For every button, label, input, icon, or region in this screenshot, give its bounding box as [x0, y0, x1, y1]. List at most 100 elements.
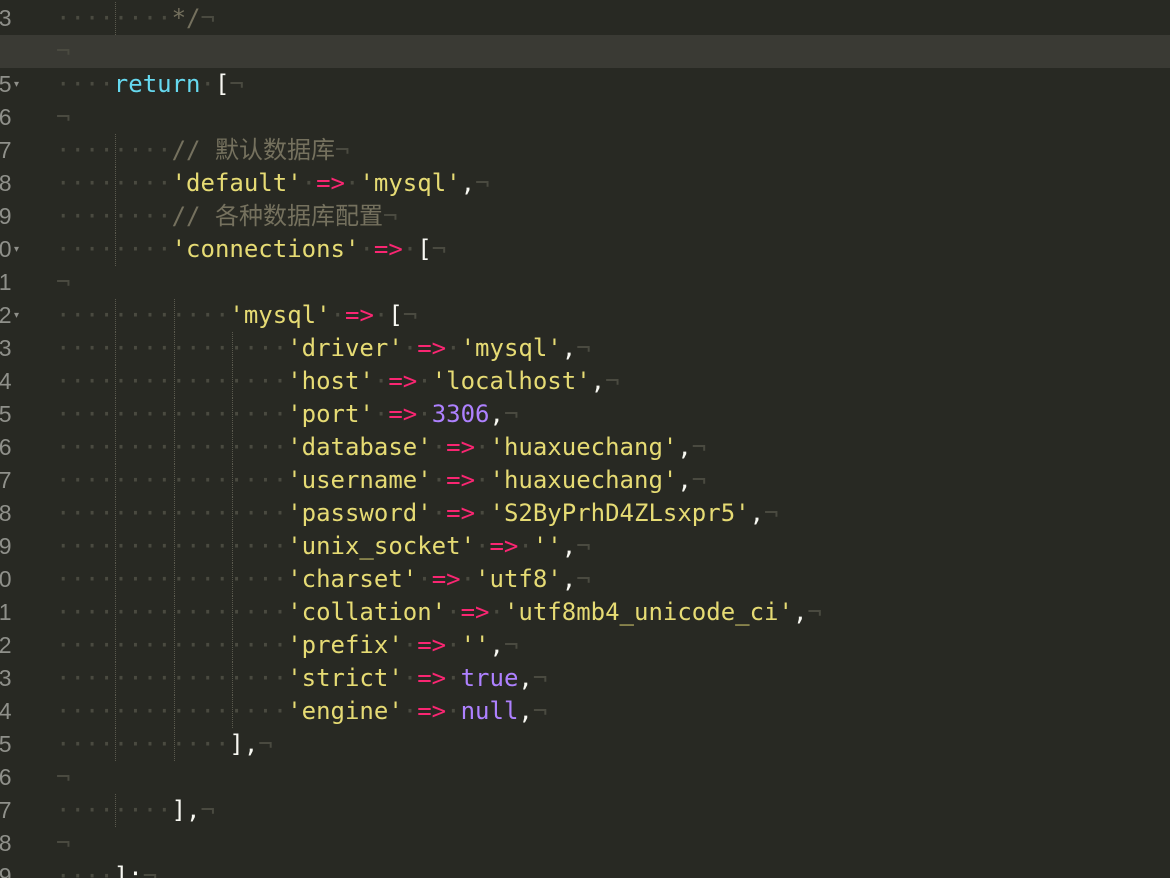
- code-token: =>: [431, 565, 461, 593]
- whitespace-marker: ················: [56, 433, 288, 461]
- whitespace-marker: ·: [460, 565, 476, 593]
- indent-guide: [232, 629, 234, 662]
- end-of-line-marker: ¬: [334, 136, 350, 164]
- code-line[interactable]: ················'host'·=>·'localhost',¬: [56, 365, 1170, 398]
- whitespace-marker: ·: [330, 301, 345, 329]
- code-line[interactable]: ········// 各种数据库配置¬: [56, 200, 1170, 233]
- code-line[interactable]: ················'password'·=>·'S2ByPrhD4…: [56, 497, 1170, 530]
- whitespace-marker: ·: [431, 499, 447, 527]
- code-token: ,: [460, 169, 476, 197]
- line-number-text: 18: [0, 170, 12, 196]
- whitespace-marker: ················: [56, 499, 288, 527]
- line-number: 30: [0, 563, 44, 596]
- code-line[interactable]: ············],¬: [56, 728, 1170, 761]
- code-line[interactable]: ················'database'·=>·'huaxuecha…: [56, 431, 1170, 464]
- line-number-text: 39: [0, 863, 12, 878]
- code-line[interactable]: ················'username'·=>·'huaxuecha…: [56, 464, 1170, 497]
- code-token: =>: [388, 400, 418, 428]
- code-token: 3306: [431, 400, 490, 428]
- end-of-line-marker: ¬: [532, 697, 548, 725]
- whitespace-marker: ········: [56, 169, 172, 197]
- code-line[interactable]: ¬: [56, 827, 1170, 860]
- code-line[interactable]: ····return·[¬: [56, 68, 1170, 101]
- code-token: 'S2ByPrhD4ZLsxpr5': [489, 499, 750, 527]
- indent-guide: [115, 299, 117, 332]
- end-of-line-marker: ¬: [691, 433, 707, 461]
- code-token: =>: [446, 499, 476, 527]
- code-line[interactable]: ········],¬: [56, 794, 1170, 827]
- code-line[interactable]: ¬: [56, 266, 1170, 299]
- code-line[interactable]: ········// 默认数据库¬: [56, 134, 1170, 167]
- whitespace-marker: ·: [301, 169, 317, 197]
- indent-guide: [232, 431, 234, 464]
- whitespace-marker: ·: [402, 664, 418, 692]
- end-of-line-marker: ¬: [382, 202, 398, 230]
- fold-arrow-icon[interactable]: ▾: [14, 299, 19, 332]
- code-token: ,: [677, 466, 692, 494]
- code-token: '': [532, 532, 562, 560]
- line-number: 31: [0, 596, 44, 629]
- code-line[interactable]: ················'strict'·=>·true,¬: [56, 662, 1170, 695]
- code-line[interactable]: ····];¬: [56, 860, 1170, 878]
- line-number: 28: [0, 497, 44, 530]
- code-editor[interactable]: 131415▾1617181920▾2122▾23242526272829303…: [0, 0, 1170, 878]
- fold-arrow-icon[interactable]: ▾: [14, 233, 19, 266]
- code-line[interactable]: ················'collation'·=>·'utf8mb4_…: [56, 596, 1170, 629]
- code-line[interactable]: ················'driver'·=>·'mysql',¬: [56, 332, 1170, 365]
- end-of-line-marker: ¬: [503, 400, 519, 428]
- whitespace-marker: ·: [359, 235, 374, 263]
- line-number-text: 37: [0, 797, 12, 823]
- indent-guide: [232, 332, 234, 365]
- code-token: ],: [171, 796, 201, 824]
- indent-guide: [232, 662, 234, 695]
- code-line[interactable]: ············'mysql'·=>·[¬: [56, 299, 1170, 332]
- code-token: ,: [518, 664, 533, 692]
- code-token: 'driver': [287, 334, 403, 362]
- code-line[interactable]: ················'engine'·=>·null,¬: [56, 695, 1170, 728]
- line-number: 38: [0, 827, 44, 860]
- indent-guide: [232, 398, 234, 431]
- indent-guide: [173, 332, 175, 365]
- code-token: 'username': [287, 466, 432, 494]
- end-of-line-marker: ¬: [503, 631, 519, 659]
- line-number: 22▾: [0, 299, 44, 332]
- code-line[interactable]: ········*/¬: [56, 2, 1170, 35]
- indent-guide: [232, 464, 234, 497]
- code-line[interactable]: ········'connections'·=>·[¬: [56, 233, 1170, 266]
- line-number: 39: [0, 860, 44, 878]
- end-of-line-marker: ¬: [807, 598, 822, 626]
- whitespace-marker: ·: [345, 169, 360, 197]
- indent-guide: [173, 728, 175, 761]
- indent-guide: [232, 695, 234, 728]
- indent-guide: [115, 332, 117, 365]
- whitespace-marker: ·: [417, 400, 432, 428]
- line-number-text: 13: [0, 5, 12, 31]
- indent-guide: [173, 431, 175, 464]
- code-line[interactable]: ¬: [56, 761, 1170, 794]
- code-line[interactable]: ¬: [0, 35, 1170, 68]
- code-token: =>: [446, 433, 476, 461]
- whitespace-marker: ·: [402, 235, 418, 263]
- code-line[interactable]: ················'prefix'·=>·'',¬: [56, 629, 1170, 662]
- code-line[interactable]: ················'charset'·=>·'utf8',¬: [56, 563, 1170, 596]
- code-line[interactable]: ················'unix_socket'·=>·'',¬: [56, 530, 1170, 563]
- code-line[interactable]: ¬: [56, 101, 1170, 134]
- line-number-text: 28: [0, 500, 12, 526]
- code-token: =>: [489, 532, 519, 560]
- whitespace-marker: ·: [417, 367, 432, 395]
- end-of-line-marker: ¬: [56, 268, 71, 296]
- whitespace-marker: ·: [446, 598, 461, 626]
- whitespace-marker: ·: [373, 301, 389, 329]
- fold-arrow-icon[interactable]: ▾: [14, 68, 19, 101]
- indent-guide: [232, 530, 234, 563]
- code-line[interactable]: ················'port'·=>·3306,¬: [56, 398, 1170, 431]
- code-line[interactable]: ········'default'·=>·'mysql',¬: [56, 167, 1170, 200]
- line-number-text: 29: [0, 533, 12, 559]
- end-of-line-marker: ¬: [56, 829, 71, 857]
- whitespace-marker: ·: [200, 70, 215, 98]
- code-token: 'huaxuechang': [489, 433, 678, 461]
- indent-guide: [115, 563, 117, 596]
- code-token: =>: [417, 697, 447, 725]
- code-area[interactable]: ········*/¬ ¬ ····return·[¬ ¬ ········// 默认数…: [0, 0, 1170, 878]
- indent-guide: [115, 497, 117, 530]
